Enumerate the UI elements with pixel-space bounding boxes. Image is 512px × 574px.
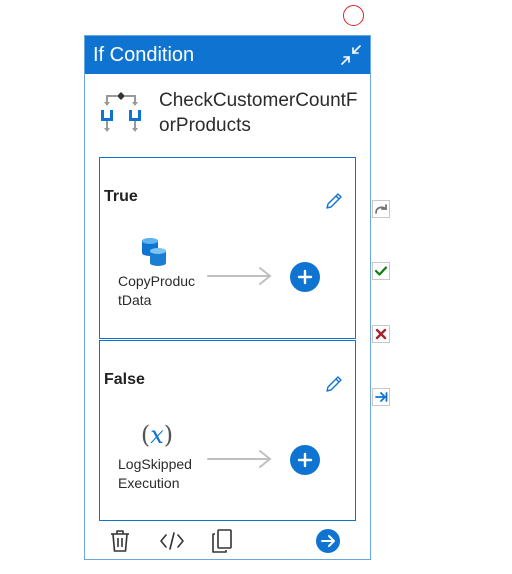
skipped-connector-button[interactable] — [372, 200, 390, 218]
go-to-activity-button[interactable] — [315, 527, 341, 555]
add-activity-false-button[interactable] — [290, 445, 320, 475]
true-branch-label: True — [104, 188, 138, 205]
edit-true-branch-icon[interactable] — [323, 190, 345, 212]
success-connector-button[interactable] — [372, 262, 390, 280]
plus-icon — [297, 269, 313, 285]
arrow-icon — [207, 450, 272, 468]
collapse-button[interactable] — [336, 40, 366, 70]
code-button[interactable] — [157, 527, 187, 555]
status-circle-icon — [343, 5, 364, 26]
if-condition-activity-card[interactable]: If Condition CheckCustomerCountForProduc… — [84, 35, 371, 560]
code-icon — [160, 532, 184, 550]
arrow-icon — [207, 267, 272, 285]
false-branch-activity-name: LogSkippedExecution — [118, 456, 192, 491]
clone-button[interactable] — [209, 527, 235, 555]
plus-icon — [297, 452, 313, 468]
delete-icon — [111, 530, 129, 552]
if-condition-icon — [101, 92, 141, 132]
edit-false-branch-icon[interactable] — [323, 373, 345, 395]
clone-icon — [212, 529, 232, 553]
true-branch-activity-name: CopyProductData — [118, 273, 196, 308]
true-branch[interactable]: True CopyProductData — [99, 157, 356, 339]
card-header: If Condition — [85, 36, 370, 74]
success-connector-icon — [374, 266, 388, 276]
set-variable-icon: (x) — [140, 421, 174, 449]
skipped-connector-icon — [375, 204, 387, 214]
copy-data-icon — [142, 238, 166, 266]
failure-connector-button[interactable] — [372, 325, 390, 343]
add-activity-true-button[interactable] — [290, 262, 320, 292]
completion-connector-button[interactable] — [372, 388, 390, 406]
completion-connector-icon — [375, 392, 388, 402]
failure-connector-icon — [375, 328, 387, 340]
false-branch[interactable]: False (x) LogSkippedExecution — [99, 340, 356, 521]
card-header-title: If Condition — [93, 44, 195, 66]
collapse-icon — [341, 45, 361, 65]
go-to-icon — [316, 529, 340, 553]
activity-name: CheckCustomerCountForProducts — [159, 90, 358, 136]
false-branch-label: False — [104, 371, 145, 388]
delete-button[interactable] — [107, 527, 133, 555]
